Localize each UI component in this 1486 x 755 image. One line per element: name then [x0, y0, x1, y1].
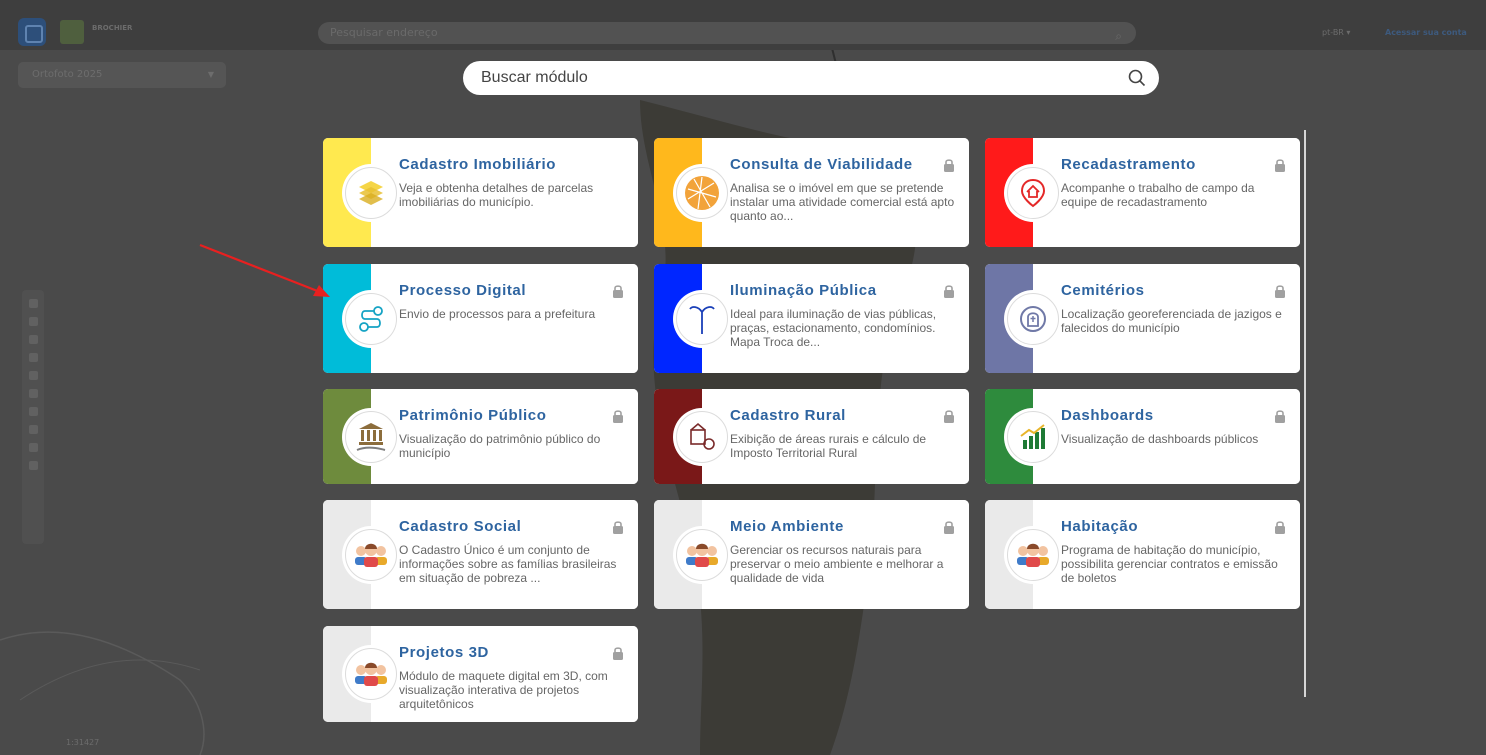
module-title: Cemitérios [1061, 282, 1145, 299]
lock-icon [612, 519, 624, 534]
module-card-iluminacao-publica[interactable]: Iluminação Pública Ideal para iluminação … [654, 264, 969, 373]
lock-icon [1274, 408, 1286, 423]
module-card-projetos-3d[interactable]: Projetos 3D Módulo de maquete digital em … [323, 626, 638, 722]
module-card-patrimonio-publico[interactable]: Patrimônio Público Visualização do patrim… [323, 389, 638, 484]
module-list-scrollbar[interactable] [1304, 130, 1306, 697]
draw-tool-icon[interactable] [28, 389, 38, 398]
lock-icon [612, 283, 624, 298]
module-title: Cadastro Social [399, 518, 522, 535]
globe-tool-icon[interactable] [28, 335, 38, 344]
map-canvas [0, 39, 917, 755]
lock-icon [943, 157, 955, 172]
lock-icon [612, 645, 624, 660]
city-name: BROCHIER [92, 24, 133, 32]
module-title: Projetos 3D [399, 644, 489, 661]
workflow-icon [345, 292, 397, 345]
module-title: Consulta de Viabilidade [730, 156, 913, 173]
tomb-icon [1007, 292, 1059, 345]
lock-icon [612, 408, 624, 423]
module-card-cadastro-imobiliario[interactable]: Cadastro Imobiliário Veja e obtenha detal… [323, 138, 638, 247]
module-title: Cadastro Imobiliário [399, 156, 557, 173]
search-icon[interactable]: ⌕ [1115, 25, 1122, 47]
address-search-placeholder: Pesquisar endereço [330, 26, 438, 39]
module-description: Localização georeferenciada de jazigos e… [1061, 307, 1282, 335]
module-search [463, 61, 1159, 95]
lock-icon [1274, 519, 1286, 534]
people-icon [1007, 528, 1059, 581]
app-logo-icon[interactable] [18, 18, 46, 46]
farm-icon [676, 410, 728, 463]
language-selector[interactable]: pt-BR ▾ [1322, 28, 1350, 37]
module-card-cadastro-social[interactable]: Cadastro Social O Cadastro Único é um con… [323, 500, 638, 609]
building-hand-icon [345, 410, 397, 463]
module-title: Iluminação Pública [730, 282, 877, 299]
basemap-select[interactable]: Ortofoto 2025 ▼ [18, 62, 226, 88]
grid-tool-icon[interactable] [28, 443, 38, 452]
module-card-meio-ambiente[interactable]: Meio Ambiente Gerenciar os recursos natur… [654, 500, 969, 609]
people-icon [345, 528, 397, 581]
module-description: Gerenciar os recursos naturais para pres… [730, 543, 944, 585]
tag-tool-icon[interactable] [28, 317, 38, 326]
module-description: Visualização do patrimônio público do mu… [399, 432, 601, 460]
module-description: O Cadastro Único é um conjunto de inform… [399, 543, 617, 585]
lock-icon [943, 283, 955, 298]
module-description: Ideal para iluminação de vias públicas, … [730, 307, 937, 349]
map-background[interactable] [0, 0, 1486, 755]
module-description: Visualização de dashboards públicos [1061, 432, 1259, 446]
module-card-cemiterios[interactable]: Cemitérios Localização georeferenciada de… [985, 264, 1300, 373]
settings-tool-icon[interactable] [28, 461, 38, 470]
module-title: Cadastro Rural [730, 407, 846, 424]
info-tool-icon[interactable] [28, 353, 38, 362]
module-description: Veja e obtenha detalhes de parcelas imob… [399, 181, 594, 209]
module-description: Exibição de áreas rurais e cálculo de Im… [730, 432, 927, 460]
module-card-processo-digital[interactable]: Processo Digital Envio de processos para … [323, 264, 638, 373]
annotation-arrow-icon [199, 243, 330, 297]
house-pin-icon [1007, 166, 1059, 219]
module-description: Acompanhe o trabalho de campo da equipe … [1061, 181, 1255, 209]
lock-icon [943, 519, 955, 534]
print-tool-icon[interactable] [28, 425, 38, 434]
layers-tool-icon[interactable] [28, 299, 38, 308]
people-icon [676, 528, 728, 581]
module-card-consulta-viabilidade[interactable]: Consulta de Viabilidade Analisa se o imóv… [654, 138, 969, 247]
lock-icon [1274, 283, 1286, 298]
top-bar: BROCHIER Pesquisar endereço ⌕ pt-BR ▾ Ac… [0, 0, 1486, 50]
module-search-input[interactable] [463, 61, 1063, 95]
address-search-input[interactable]: Pesquisar endereço ⌕ [318, 22, 1136, 44]
chevron-down-icon: ▼ [207, 70, 214, 79]
login-link[interactable]: Acessar sua conta [1385, 28, 1467, 37]
city-logo [60, 20, 84, 44]
search-icon[interactable] [1128, 69, 1146, 87]
map-toolbar [22, 290, 44, 544]
layers-icon [345, 166, 397, 219]
measure-tool-icon[interactable] [28, 371, 38, 380]
filter-tool-icon[interactable] [28, 407, 38, 416]
bar-chart-icon [1007, 410, 1059, 463]
basemap-select-value: Ortofoto 2025 [32, 69, 103, 80]
module-description: Analisa se o imóvel em que se pretende i… [730, 181, 955, 223]
module-card-dashboards[interactable]: Dashboards Visualização de dashboards púb… [985, 389, 1300, 484]
module-description: Programa de habitação do município, poss… [1061, 543, 1278, 585]
module-title: Meio Ambiente [730, 518, 844, 535]
module-title: Dashboards [1061, 407, 1154, 424]
module-card-cadastro-rural[interactable]: Cadastro Rural Exibição de áreas rurais e… [654, 389, 969, 484]
module-card-habitacao[interactable]: Habitação Programa de habitação do municí… [985, 500, 1300, 609]
street-lamp-icon [676, 292, 728, 345]
people-icon [345, 648, 397, 700]
map-globe-icon [676, 166, 728, 219]
lock-icon [943, 408, 955, 423]
module-title: Patrimônio Público [399, 407, 547, 424]
module-title: Recadastramento [1061, 156, 1196, 173]
lock-icon [1274, 157, 1286, 172]
module-title: Processo Digital [399, 282, 527, 299]
module-card-recadastramento[interactable]: Recadastramento Acompanhe o trabalho de c… [985, 138, 1300, 247]
module-description: Envio de processos para a prefeitura [399, 307, 596, 321]
module-title: Habitação [1061, 518, 1139, 535]
scale-label: 1:31427 [66, 738, 100, 747]
module-description: Módulo de maquete digital em 3D, com vis… [399, 669, 608, 711]
